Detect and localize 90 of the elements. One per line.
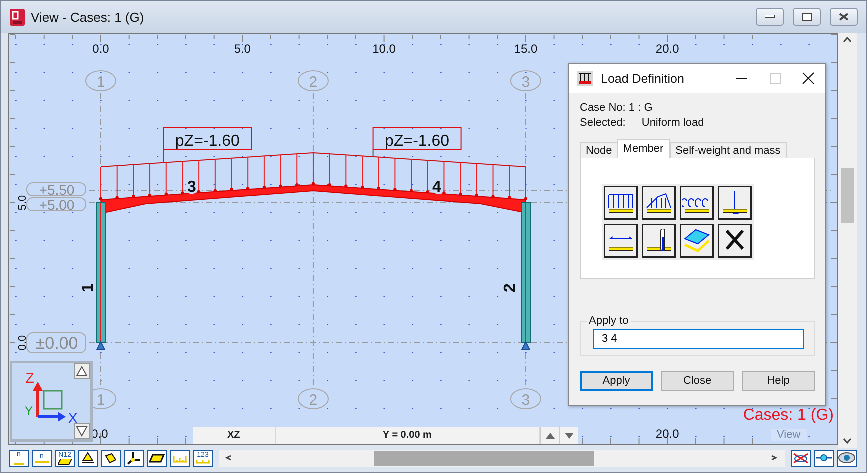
triangle-up-icon [546, 433, 555, 439]
minimize-icon [765, 15, 775, 19]
level-bubble: ±0.00 [26, 332, 86, 354]
slab-icon [149, 454, 165, 462]
dialog-title: Load Definition [601, 72, 686, 86]
load-type-button[interactable] [642, 224, 676, 258]
member-number: 4 [432, 179, 442, 196]
load-type-button[interactable] [718, 224, 752, 258]
rotate-up-button[interactable] [74, 363, 90, 379]
axis-bubble: 3 [510, 70, 542, 92]
ruler-label: 0.0 [92, 42, 110, 56]
dialog-button[interactable]: Apply [580, 371, 653, 391]
member-number: 3 [188, 179, 196, 196]
ruler-label: 20.0 [656, 42, 680, 56]
load-type-button[interactable] [680, 224, 714, 258]
cases-label: Cases: 1 (G) [743, 407, 834, 425]
chevron-left-icon[interactable] [225, 455, 234, 461]
ruler-label: 5.0 [234, 42, 251, 56]
leader-line [372, 150, 374, 158]
close-icon [839, 13, 849, 21]
chevron-down-icon[interactable] [843, 438, 852, 444]
ruler-label: 15.0 [514, 42, 538, 56]
member-number: 2 [502, 284, 519, 292]
selected-value: Uniform load [642, 116, 704, 131]
axis-bubble: 2 [298, 388, 329, 410]
ruler-label: 5.0 [17, 195, 29, 211]
structure-view[interactable] [8, 33, 838, 445]
horizontal-scrollbar[interactable] [219, 450, 785, 466]
load-label: pZ=-1.60 [163, 128, 252, 150]
apply-to-field[interactable]: 3 4 [593, 329, 804, 349]
toolbar-button[interactable] [814, 450, 834, 466]
vertical-scrollbar[interactable] [838, 33, 857, 448]
eye-icon [838, 452, 856, 464]
support-icon [81, 452, 95, 464]
toolbar-button[interactable] [101, 450, 121, 466]
axis-bubble: 1 [86, 70, 116, 92]
panel-icon [58, 458, 72, 464]
close-icon[interactable] [801, 72, 817, 86]
minimize-button[interactable] [756, 8, 784, 26]
leader-line [163, 150, 164, 164]
case-number: Case No: 1 : G [580, 101, 653, 116]
tab[interactable]: Node [580, 142, 618, 158]
wave-icon [815, 453, 833, 463]
frame-icon [127, 452, 141, 464]
ruler-label: 10.0 [372, 42, 396, 56]
axis-bubble: 3 [510, 388, 542, 410]
crossed-eye-icon [792, 452, 810, 464]
load-type-button[interactable] [604, 186, 638, 220]
release-icon [104, 452, 118, 464]
toolbar-button[interactable] [837, 450, 857, 466]
app-logo-icon [10, 8, 25, 26]
ruler-label: 20.0 [656, 427, 680, 441]
load-type-button[interactable] [642, 186, 676, 220]
triangle-down-icon [564, 433, 574, 439]
plane-label: XZ [193, 427, 276, 444]
scrollbar-thumb[interactable] [841, 168, 854, 223]
chevron-right-icon[interactable] [770, 455, 779, 461]
surface-load-icon [682, 229, 712, 252]
dialog-button[interactable]: Close [661, 371, 734, 391]
level-bubble: +5.50 [26, 182, 86, 198]
toolbar-button[interactable] [170, 450, 190, 466]
toolbar-button[interactable] [124, 450, 144, 466]
view-label: View [771, 429, 807, 441]
toolbar-button[interactable] [78, 450, 98, 466]
dialog-button[interactable]: Help [742, 371, 815, 391]
support-icon [521, 340, 531, 350]
ruler-label: 0.0 [17, 335, 29, 351]
ruler-icon [195, 459, 211, 464]
support-icon [96, 340, 106, 350]
load-icon [577, 71, 593, 86]
tab[interactable]: Self-weight and mass [670, 142, 787, 158]
chevron-up-icon[interactable] [843, 37, 852, 43]
load-type-button[interactable] [718, 186, 752, 220]
group-label: Apply to [588, 315, 630, 327]
toolbar-button[interactable] [147, 450, 167, 466]
selected-label: Selected: [580, 116, 626, 131]
restore-icon [802, 13, 812, 21]
tab[interactable]: Member [617, 139, 670, 158]
load-label: pZ=-1.60 [372, 128, 462, 150]
member-number: 1 [80, 284, 97, 292]
axis-bubble: 2 [298, 70, 329, 92]
axis-triad-drawing: Z Y X [20, 369, 80, 429]
restore-button[interactable] [793, 8, 821, 26]
rotate-down-button[interactable] [74, 423, 90, 439]
level-bubble: +5.00 [26, 197, 86, 213]
toolbar-button[interactable] [791, 450, 811, 466]
load-type-button[interactable] [604, 224, 638, 258]
load-type-button[interactable] [680, 186, 714, 220]
close-button[interactable] [830, 8, 858, 26]
window-title: View - Cases: 1 (G) [31, 10, 146, 24]
